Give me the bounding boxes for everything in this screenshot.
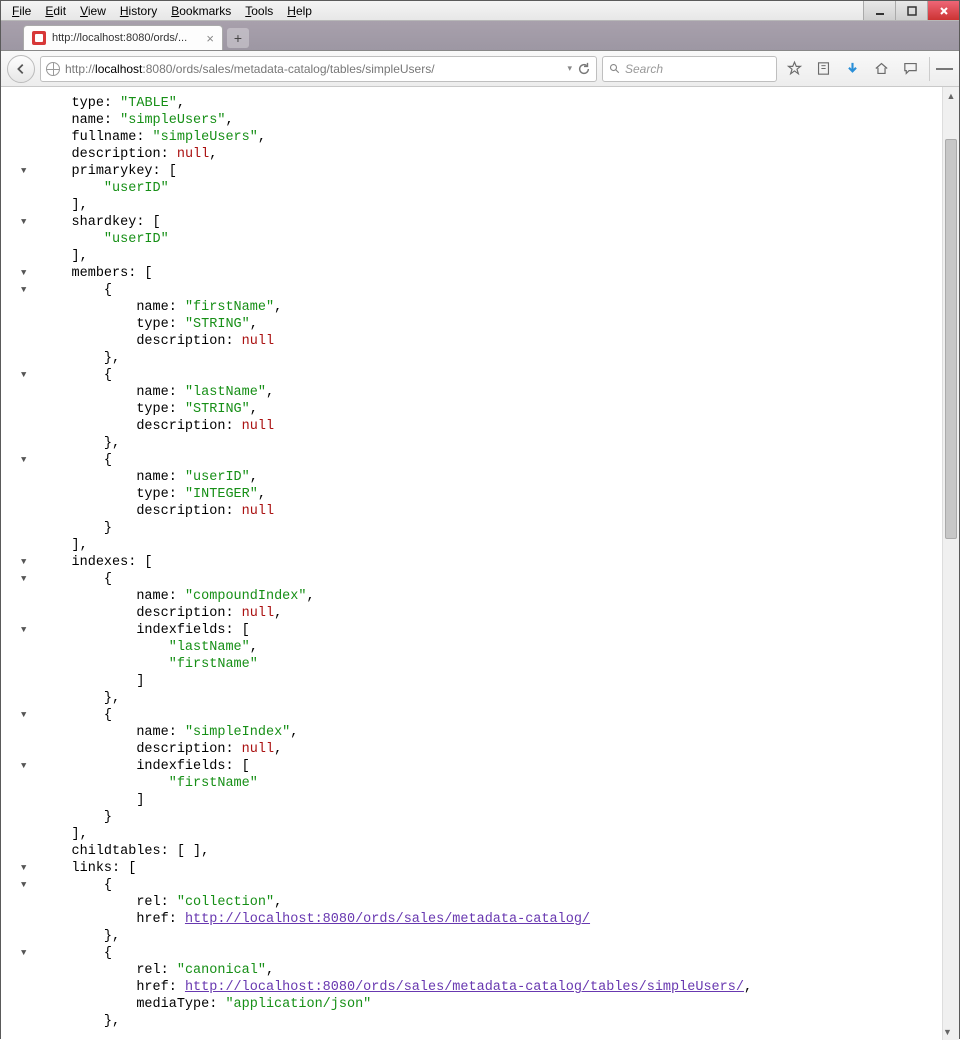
json-viewer: type: "TABLE", name: "simpleUsers", full… bbox=[1, 87, 959, 1040]
scroll-up-arrow[interactable]: ▲ bbox=[943, 87, 959, 104]
library-button[interactable] bbox=[811, 57, 835, 81]
os-menubar: File Edit View History Bookmarks Tools H… bbox=[1, 1, 959, 21]
scroll-down-arrow[interactable]: ▼ bbox=[943, 1023, 952, 1040]
app-menu-button[interactable] bbox=[929, 57, 953, 81]
url-bar[interactable]: http://localhost:8080/ords/sales/metadat… bbox=[40, 56, 597, 82]
menu-edit[interactable]: Edit bbox=[38, 3, 73, 19]
url-text: http://localhost:8080/ords/sales/metadat… bbox=[65, 62, 562, 76]
scrollbar-thumb[interactable] bbox=[945, 139, 957, 539]
window-close-button[interactable] bbox=[927, 1, 959, 20]
home-button[interactable] bbox=[869, 57, 893, 81]
new-tab-button[interactable]: + bbox=[227, 28, 249, 48]
globe-icon bbox=[46, 62, 60, 76]
url-dropdown-icon[interactable]: ▾ bbox=[567, 63, 572, 74]
bookmark-star-button[interactable] bbox=[782, 57, 806, 81]
tab-close-button[interactable]: × bbox=[206, 31, 214, 46]
window-minimize-button[interactable] bbox=[863, 1, 895, 20]
vertical-scrollbar[interactable]: ▲ ▼ bbox=[942, 87, 959, 1040]
menu-view[interactable]: View bbox=[73, 3, 113, 19]
back-button[interactable] bbox=[7, 55, 35, 83]
reload-icon[interactable] bbox=[577, 62, 591, 76]
menu-file[interactable]: File bbox=[5, 3, 38, 19]
link-href[interactable]: http://localhost:8080/ords/sales/metadat… bbox=[185, 980, 744, 995]
browser-tab[interactable]: http://localhost:8080/ords/... × bbox=[23, 25, 223, 50]
search-input[interactable]: Search bbox=[602, 56, 777, 82]
search-icon bbox=[609, 63, 621, 75]
browser-toolbar: http://localhost:8080/ords/sales/metadat… bbox=[1, 51, 959, 87]
tab-strip: http://localhost:8080/ords/... × + bbox=[1, 21, 959, 51]
menu-history[interactable]: History bbox=[113, 3, 164, 19]
favicon-icon bbox=[32, 31, 46, 45]
window-maximize-button[interactable] bbox=[895, 1, 927, 20]
downloads-button[interactable] bbox=[840, 57, 864, 81]
menu-bookmarks[interactable]: Bookmarks bbox=[164, 3, 238, 19]
tab-title: http://localhost:8080/ords/... bbox=[52, 32, 187, 44]
chat-icon[interactable] bbox=[898, 57, 922, 81]
link-href[interactable]: http://localhost:8080/ords/sales/metadat… bbox=[185, 912, 590, 927]
menu-tools[interactable]: Tools bbox=[238, 3, 280, 19]
menu-help[interactable]: Help bbox=[280, 3, 319, 19]
search-placeholder: Search bbox=[625, 62, 663, 76]
